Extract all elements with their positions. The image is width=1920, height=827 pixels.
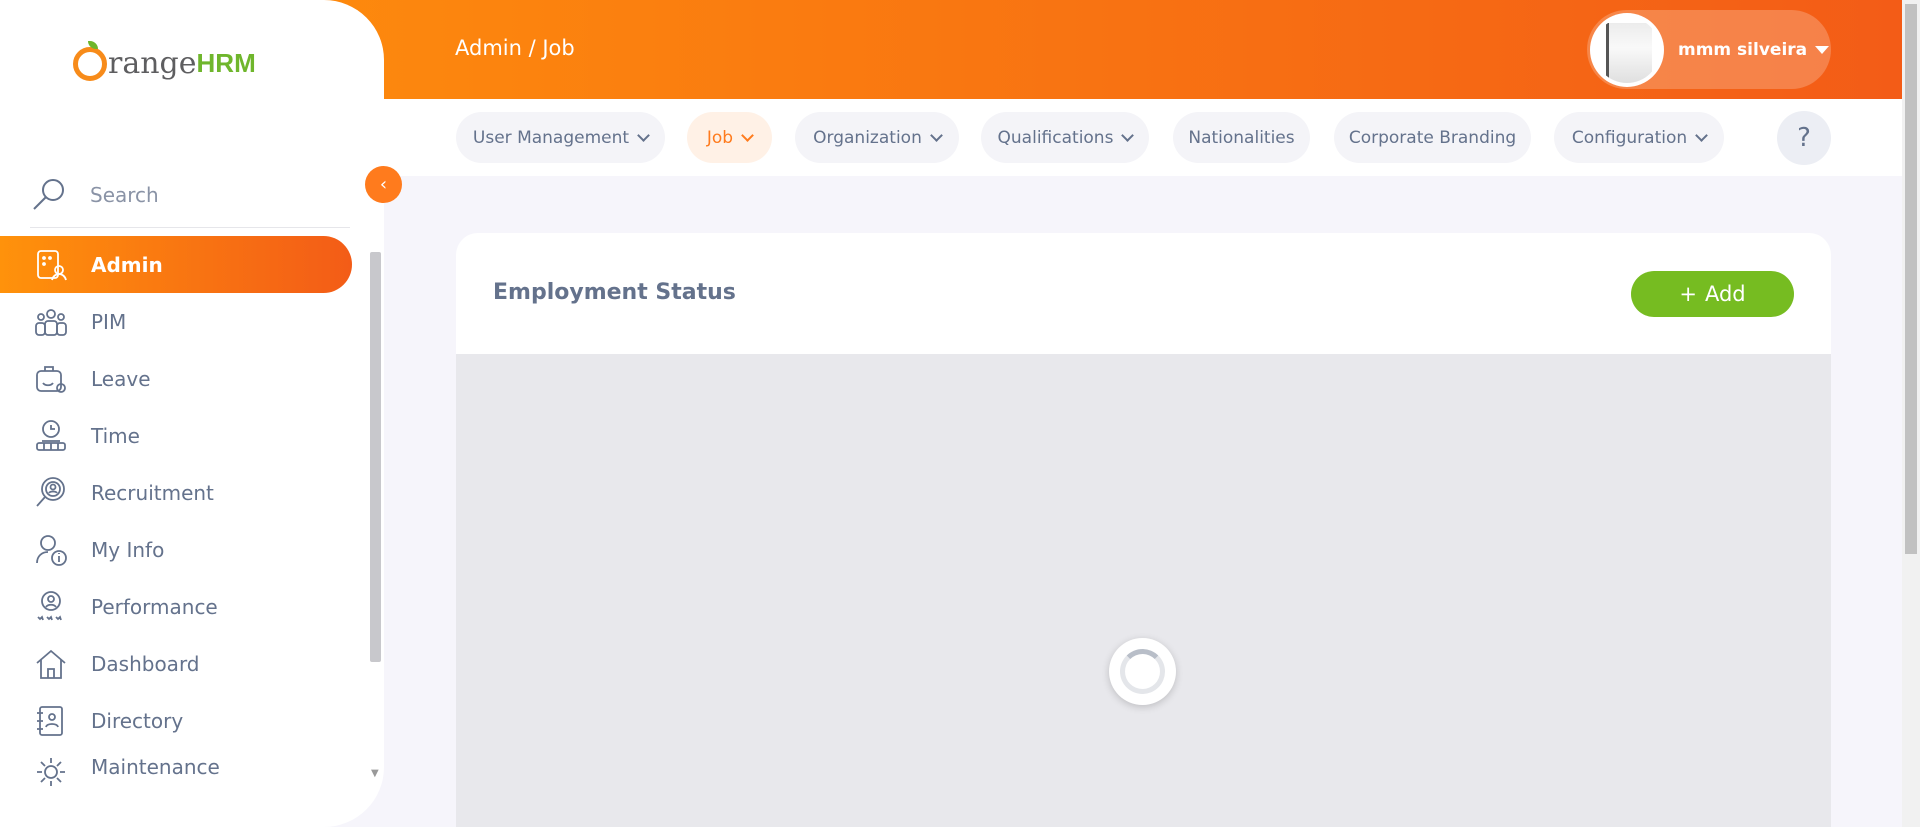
orangehrm-logo[interactable]: range HRM xyxy=(73,40,256,81)
admin-subnav: User Management Job Organization Qualifi… xyxy=(384,99,1902,176)
scroll-down-arrow-icon[interactable]: ▼ xyxy=(371,768,379,779)
user-name: mmm silveira xyxy=(1678,39,1808,60)
tab-job[interactable]: Job xyxy=(687,112,772,163)
tab-label: Corporate Branding xyxy=(1348,127,1517,148)
chevron-down-icon xyxy=(1695,128,1709,142)
tab-qualifications[interactable]: Qualifications xyxy=(981,112,1149,163)
sidebar-item-label: Maintenance xyxy=(91,755,220,779)
chevron-down-icon xyxy=(637,128,650,142)
orange-logo-icon xyxy=(73,40,107,81)
main-menu: Admin PIM Leave Time Recruitment My Info… xyxy=(0,236,352,789)
tab-label: Organization xyxy=(813,127,922,148)
sidebar-scrollbar-thumb[interactable] xyxy=(370,252,381,662)
sidebar-item-directory[interactable]: Directory xyxy=(0,692,352,749)
sidebar-item-label: My Info xyxy=(91,537,165,562)
add-button-label: Add xyxy=(1704,282,1746,306)
sidebar-item-dashboard[interactable]: Dashboard xyxy=(0,635,352,692)
sidebar-item-label: Time xyxy=(91,423,140,448)
sidebar-item-label: Leave xyxy=(91,366,151,391)
tab-user-management[interactable]: User Management xyxy=(456,112,665,163)
sidebar-item-time[interactable]: Time xyxy=(0,407,352,464)
dashboard-icon xyxy=(34,647,68,681)
tab-corporate-branding[interactable]: Corporate Branding xyxy=(1334,112,1531,163)
leave-icon xyxy=(34,362,68,396)
tab-configuration[interactable]: Configuration xyxy=(1554,112,1724,163)
tab-label: Nationalities xyxy=(1188,127,1295,148)
chevron-down-icon xyxy=(1121,128,1135,142)
loading-spinner-icon xyxy=(1109,638,1176,705)
caret-down-icon xyxy=(1815,45,1830,54)
sidebar-item-label: PIM xyxy=(91,309,127,334)
collapse-sidebar-button[interactable]: ‹ xyxy=(365,166,402,203)
add-button[interactable]: + Add xyxy=(1631,271,1794,317)
directory-icon xyxy=(34,704,68,738)
search-icon xyxy=(33,178,64,210)
search-label: Search xyxy=(90,182,159,207)
page-scrollbar[interactable] xyxy=(1902,0,1920,827)
sidebar-item-maintenance[interactable]: Maintenance xyxy=(0,749,352,789)
tab-label: Qualifications xyxy=(997,127,1114,148)
sidebar-item-label: Admin xyxy=(91,252,163,277)
pim-icon xyxy=(34,305,68,339)
page-title: Employment Status xyxy=(493,280,736,305)
chevron-down-icon xyxy=(929,128,943,142)
sidebar-item-my-info[interactable]: My Info xyxy=(0,521,352,578)
sidebar-item-pim[interactable]: PIM xyxy=(0,293,352,350)
breadcrumb: Admin / Job xyxy=(455,36,575,60)
tab-label: Job xyxy=(706,127,734,148)
sidebar-search[interactable]: Search xyxy=(30,162,350,228)
sidebar-scrollbar[interactable]: ▼ xyxy=(368,252,383,780)
recruitment-icon xyxy=(34,476,68,510)
sidebar-item-label: Directory xyxy=(91,708,184,733)
user-dropdown[interactable]: mmm silveira xyxy=(1587,10,1831,89)
sidebar-item-admin[interactable]: Admin xyxy=(0,236,352,293)
avatar xyxy=(1590,12,1664,87)
chevron-down-icon xyxy=(741,128,754,142)
employment-status-card: Employment Status + Add xyxy=(456,233,1831,827)
admin-icon xyxy=(34,248,68,282)
sidebar: range HRM Search Admin PIM Leave Time Rec… xyxy=(0,0,384,827)
sidebar-item-recruitment[interactable]: Recruitment xyxy=(0,464,352,521)
help-button[interactable]: ? xyxy=(1777,111,1831,165)
sidebar-item-performance[interactable]: Performance xyxy=(0,578,352,635)
sidebar-item-label: Performance xyxy=(91,594,218,619)
maintenance-icon xyxy=(34,755,68,789)
tab-nationalities[interactable]: Nationalities xyxy=(1173,112,1310,163)
my-info-icon xyxy=(34,533,68,567)
time-icon xyxy=(34,419,68,453)
performance-icon xyxy=(34,590,68,624)
chevron-left-icon: ‹ xyxy=(379,174,388,195)
sidebar-item-label: Recruitment xyxy=(91,480,214,505)
plus-icon: + xyxy=(1679,282,1697,306)
tab-label: User Management xyxy=(472,127,630,148)
tab-organization[interactable]: Organization xyxy=(795,112,959,163)
tab-label: Configuration xyxy=(1571,127,1688,148)
sidebar-item-leave[interactable]: Leave xyxy=(0,350,352,407)
loading-overlay xyxy=(456,354,1831,827)
sidebar-item-label: Dashboard xyxy=(91,651,200,676)
page-scrollbar-thumb[interactable] xyxy=(1905,4,1917,554)
